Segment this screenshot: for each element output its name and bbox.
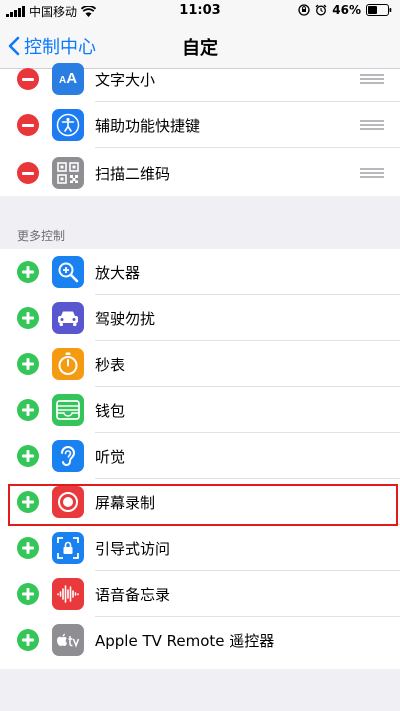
control-row-text-size: AA 文字大小 — [0, 56, 400, 102]
control-label: 扫描二维码 — [95, 165, 171, 183]
screen-record-icon — [52, 486, 84, 518]
control-label: 放大器 — [95, 264, 141, 282]
reorder-handle[interactable] — [360, 74, 384, 84]
control-label: 钱包 — [95, 402, 126, 420]
stopwatch-icon — [52, 348, 84, 380]
remove-button[interactable] — [17, 162, 39, 184]
battery-percent: 46% — [332, 3, 361, 17]
add-button[interactable] — [17, 399, 39, 421]
plus-icon — [22, 542, 34, 554]
control-label: 辅助功能快捷键 — [95, 117, 201, 135]
control-row-accessibility-shortcut: 辅助功能快捷键 — [0, 102, 400, 148]
minus-icon — [22, 123, 34, 127]
control-label: 屏幕录制 — [95, 494, 156, 512]
plus-icon — [22, 358, 34, 370]
control-row-voice-memos: 语音备忘录 — [0, 571, 400, 617]
add-button[interactable] — [17, 261, 39, 283]
accessibility-icon — [52, 109, 84, 141]
plus-icon — [22, 266, 34, 278]
minus-icon — [22, 171, 34, 175]
wallet-icon — [52, 394, 84, 426]
control-row-guided-access: 引导式访问 — [0, 525, 400, 571]
control-label: 文字大小 — [95, 71, 156, 89]
reorder-handle[interactable] — [360, 120, 384, 130]
control-label: 语音备忘录 — [95, 586, 171, 604]
car-icon — [52, 302, 84, 334]
reorder-handle[interactable] — [360, 168, 384, 178]
control-row-stopwatch: 秒表 — [0, 341, 400, 387]
apple-tv-icon — [52, 624, 84, 656]
status-bar: 中国移动 11:03 46% — [0, 0, 400, 22]
control-label: Apple TV Remote 遥控器 — [95, 632, 275, 650]
control-row-scan-qr-code: 扫描二维码 — [0, 150, 400, 196]
text-size-icon: AA — [52, 63, 84, 95]
add-button[interactable] — [17, 445, 39, 467]
plus-icon — [22, 312, 34, 324]
included-controls-list: AA 文字大小 辅助功能快捷键 扫描二维码 — [0, 63, 400, 196]
add-button[interactable] — [17, 491, 39, 513]
more-controls-list: 放大器 驾驶勿扰 秒表 钱包 听觉 屏幕录制 引导式访问 语音备忘录 Apple… — [0, 249, 400, 669]
control-row-apple-tv-remote: Apple TV Remote 遥控器 — [0, 617, 400, 663]
add-button[interactable] — [17, 353, 39, 375]
qr-code-icon — [52, 157, 84, 189]
rotation-lock-icon — [298, 4, 310, 16]
battery-icon — [366, 4, 392, 16]
section-header-more-controls: 更多控制 — [17, 229, 66, 243]
add-button[interactable] — [17, 537, 39, 559]
control-label: 引导式访问 — [95, 540, 171, 558]
magnifier-icon — [52, 256, 84, 288]
plus-icon — [22, 496, 34, 508]
voice-memo-icon — [52, 578, 84, 610]
add-button[interactable] — [17, 629, 39, 651]
remove-button[interactable] — [17, 68, 39, 90]
plus-icon — [22, 588, 34, 600]
control-label: 听觉 — [95, 448, 126, 466]
control-row-wallet: 钱包 — [0, 387, 400, 433]
guided-access-icon — [52, 532, 84, 564]
plus-icon — [22, 634, 34, 646]
control-row-magnifier: 放大器 — [0, 249, 400, 295]
minus-icon — [22, 77, 34, 81]
remove-button[interactable] — [17, 114, 39, 136]
control-label: 驾驶勿扰 — [95, 310, 156, 328]
control-label: 秒表 — [95, 356, 126, 374]
plus-icon — [22, 404, 34, 416]
alarm-icon — [315, 4, 327, 16]
control-row-screen-recording: 屏幕录制 — [0, 479, 400, 525]
control-row-do-not-disturb-driving: 驾驶勿扰 — [0, 295, 400, 341]
control-row-hearing: 听觉 — [0, 433, 400, 479]
add-button[interactable] — [17, 307, 39, 329]
plus-icon — [22, 450, 34, 462]
ear-icon — [52, 440, 84, 472]
add-button[interactable] — [17, 583, 39, 605]
